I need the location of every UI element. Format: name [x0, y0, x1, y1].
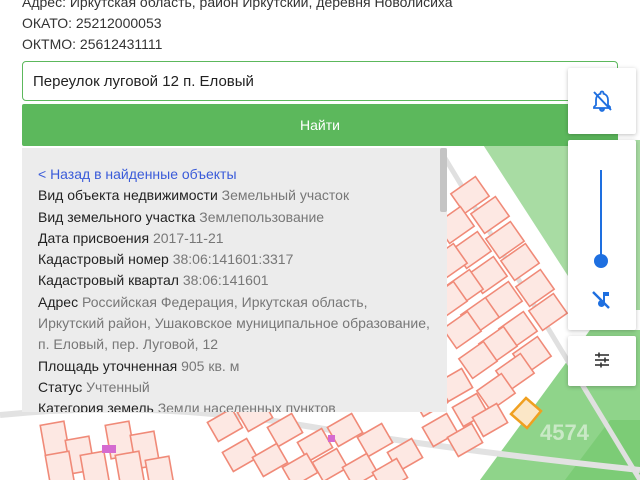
detail-row: Дата присвоения 2017-11-21	[38, 228, 431, 249]
land-parcel[interactable]	[114, 450, 146, 480]
address-line: Адрес: Иркутская область, район Иркутски…	[22, 0, 453, 10]
detail-row: Категория земель Земли населенных пункто…	[38, 398, 431, 412]
zoom-slider-track[interactable]	[600, 170, 602, 260]
okato-line: ОКАТО: 25212000053	[22, 15, 162, 31]
filter-button[interactable]	[568, 336, 636, 386]
detail-label: Статус	[38, 378, 83, 395]
detail-row: Кадастровый квартал 38:06:141601	[38, 270, 431, 291]
detail-label: Вид земельного участка	[38, 208, 196, 225]
detail-value: 38:06:141601:3317	[172, 251, 294, 268]
detail-label: Адрес	[38, 293, 79, 310]
music-off-icon[interactable]	[589, 288, 613, 312]
notifications-toggle[interactable]	[568, 68, 636, 134]
search-button[interactable]: Найти	[22, 104, 618, 146]
detail-value: 2017-11-21	[152, 229, 224, 246]
detail-label: Дата присвоения	[38, 229, 150, 246]
back-link[interactable]: < Назад в найденные объекты	[38, 164, 431, 185]
detail-row: Площадь уточненная 905 кв. м	[38, 356, 431, 377]
detail-row: Адрес Российская Федерация, Иркутская об…	[38, 292, 431, 356]
search-input[interactable]	[22, 61, 618, 101]
map-marker	[102, 445, 116, 453]
panel-scrollbar[interactable]	[440, 148, 447, 212]
detail-value: Землепользование	[199, 208, 325, 225]
bell-off-icon	[593, 90, 612, 112]
detail-value: 38:06:141601	[182, 272, 269, 289]
detail-row: Вид объекта недвижимости Земельный участ…	[38, 185, 431, 206]
map-marker	[328, 435, 335, 442]
detail-row: Статус Учтенный	[38, 377, 431, 398]
zoom-slider-handle[interactable]	[594, 254, 608, 268]
detail-label: Категория земель	[38, 400, 154, 412]
land-parcel[interactable]	[79, 450, 111, 480]
watermark-number: 4574	[540, 420, 590, 445]
location-info: Адрес: Иркутская область, район Иркутски…	[22, 0, 453, 55]
detail-row: Вид земельного участка Землепользование	[38, 207, 431, 228]
details-panel: < Назад в найденные объекты Вид объекта …	[22, 148, 447, 412]
detail-label: Вид объекта недвижимости	[38, 187, 218, 204]
oktmo-line: ОКТМО: 25612431111	[22, 36, 163, 52]
land-parcel[interactable]	[44, 450, 76, 480]
detail-label: Кадастровый номер	[38, 251, 169, 268]
detail-value: Российская Федерация, Иркутская область,…	[38, 293, 430, 353]
sliders-icon	[595, 352, 609, 368]
zoom-slider-panel	[568, 140, 636, 330]
detail-value: Учтенный	[86, 378, 150, 395]
detail-value: Земельный участок	[221, 187, 350, 204]
detail-value: 905 кв. м	[181, 357, 240, 374]
detail-label: Кадастровый квартал	[38, 272, 179, 289]
detail-label: Площадь уточненная	[38, 357, 178, 374]
detail-row: Кадастровый номер 38:06:141601:3317	[38, 249, 431, 270]
detail-value: Земли населенных пунктов	[157, 400, 336, 412]
